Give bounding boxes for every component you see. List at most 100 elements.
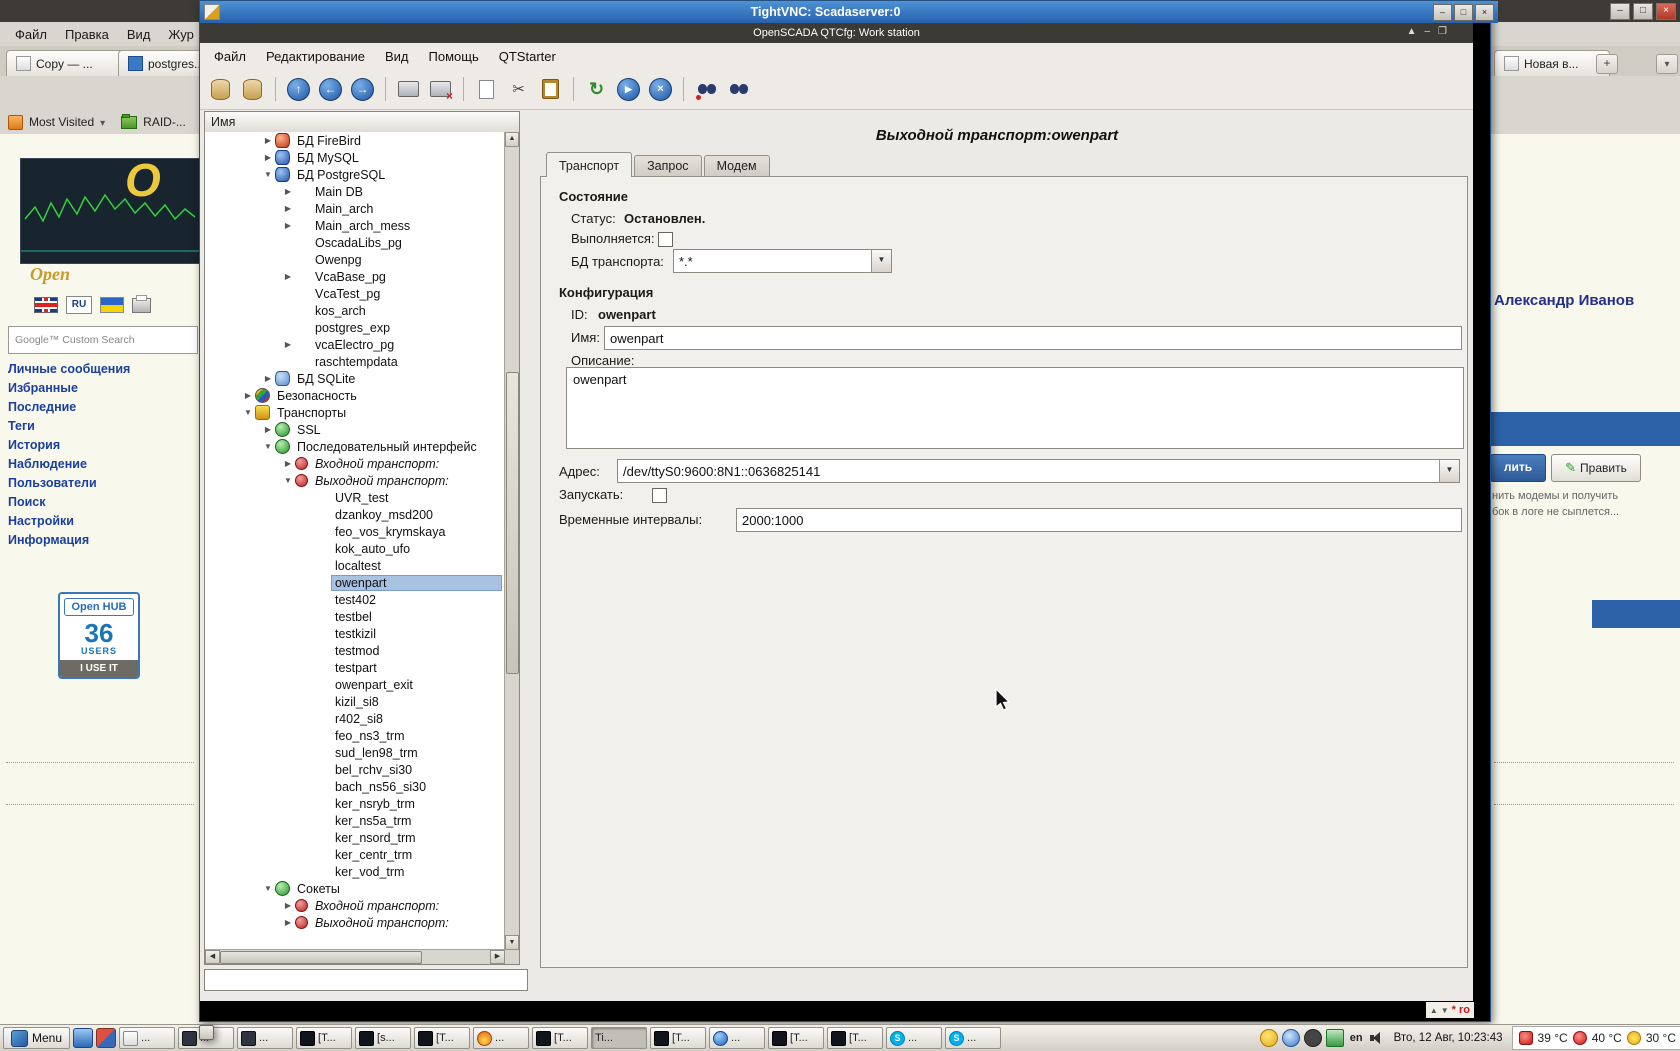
tab-list-button[interactable] bbox=[1656, 54, 1678, 74]
oscada-menu-item[interactable]: Редактирование bbox=[256, 45, 375, 68]
bookmark-most-visited[interactable]: Most Visited bbox=[29, 115, 94, 129]
tab-Copy — ...[interactable]: Copy — ... bbox=[6, 50, 130, 76]
oscada-menu-item[interactable]: QTStarter bbox=[489, 45, 566, 68]
scroll-right-icon[interactable]: ▶ bbox=[490, 950, 505, 964]
sidebar-link[interactable]: Избранные bbox=[8, 381, 188, 400]
tree-item[interactable]: UVR_test bbox=[205, 489, 505, 506]
menu-button[interactable]: Menu bbox=[3, 1027, 70, 1049]
tree-item[interactable]: bel_rchv_si30 bbox=[205, 761, 505, 778]
edit-button[interactable]: ✎ Править bbox=[1551, 454, 1641, 482]
up-icon[interactable]: ▲ bbox=[1407, 26, 1417, 37]
net-tray-icon[interactable] bbox=[1326, 1029, 1344, 1047]
tree-item[interactable]: test402 bbox=[205, 591, 505, 608]
toolbar-item-add-button[interactable] bbox=[394, 75, 423, 104]
vnc-scroll-corner[interactable]: ▲ ▼ * ro bbox=[1426, 1002, 1474, 1018]
firefox-menu-item[interactable]: Жур bbox=[159, 24, 202, 45]
tree-item[interactable]: ▶vcaElectro_pg bbox=[205, 336, 505, 353]
minimize-button[interactable]: – bbox=[1610, 3, 1630, 20]
tab-new-page[interactable]: Новая в... bbox=[1494, 50, 1610, 76]
launcher-terminal-icon[interactable] bbox=[73, 1028, 93, 1048]
minimize-button[interactable]: – bbox=[1433, 4, 1452, 21]
oscada-titlebar[interactable]: OpenSCADA QTCfg: Work station ▲–❐ bbox=[200, 23, 1473, 43]
tree-item[interactable]: testkizil bbox=[205, 625, 505, 642]
taskbar-window-button[interactable]: ... bbox=[473, 1027, 529, 1049]
name-input[interactable] bbox=[604, 326, 1462, 350]
tree-item[interactable]: owenpart_exit bbox=[205, 676, 505, 693]
tree-item[interactable]: ▼Транспорты bbox=[205, 404, 505, 421]
toolbar-item-del-button[interactable]: × bbox=[426, 75, 455, 104]
tree-item[interactable]: VcaTest_pg bbox=[205, 285, 505, 302]
tree-expander[interactable]: ▶ bbox=[281, 918, 295, 927]
sidebar-link[interactable]: Пользователи bbox=[8, 476, 188, 495]
toolbar-cut-button[interactable]: ✂ bbox=[504, 75, 533, 104]
tree-item[interactable]: kizil_si8 bbox=[205, 693, 505, 710]
google-custom-search[interactable]: Google™ Custom Search bbox=[8, 326, 198, 354]
taskbar-window-button[interactable]: ... bbox=[945, 1027, 1001, 1049]
tree-item[interactable]: ▶SSL bbox=[205, 421, 505, 438]
tree-item[interactable]: localtest bbox=[205, 557, 505, 574]
openhub-iuseit-button[interactable]: I USE IT bbox=[60, 660, 138, 677]
tree-expander[interactable]: ▶ bbox=[281, 187, 295, 196]
taskbar-window-button[interactable]: Ti... bbox=[591, 1027, 647, 1049]
tree-expander[interactable]: ▶ bbox=[281, 204, 295, 213]
sidebar-link[interactable]: Поиск bbox=[8, 495, 188, 514]
tree-item[interactable]: ker_nsord_trm bbox=[205, 829, 505, 846]
tree-item[interactable]: ▼Выходной транспорт: bbox=[205, 472, 505, 489]
taskbar-window-button[interactable]: [Т... bbox=[650, 1027, 706, 1049]
toolbar-nav-up-button[interactable]: ↑ bbox=[284, 75, 313, 104]
tree-filter-input[interactable] bbox=[204, 969, 528, 991]
tree-expander[interactable]: ▶ bbox=[281, 340, 295, 349]
db-combobox[interactable]: *.* bbox=[673, 249, 883, 273]
taskbar-window-button[interactable]: ... bbox=[237, 1027, 293, 1049]
openhub-link[interactable]: Open HUB bbox=[64, 598, 134, 616]
clock-tray-icon[interactable] bbox=[1260, 1029, 1278, 1047]
tree-item[interactable]: Owenpg bbox=[205, 251, 505, 268]
tree-item[interactable]: ▶БД MySQL bbox=[205, 149, 505, 166]
maximize-button[interactable]: □ bbox=[1454, 4, 1473, 21]
toolbar-nav-forward-button[interactable]: → bbox=[348, 75, 377, 104]
uk-flag-icon[interactable] bbox=[34, 297, 58, 313]
tree-item[interactable]: ▶Входной транспорт: bbox=[205, 455, 505, 472]
toolbar-paste-button[interactable] bbox=[536, 75, 565, 104]
tree-expander[interactable]: ▶ bbox=[261, 374, 275, 383]
tree-header[interactable]: Имя bbox=[205, 112, 519, 133]
tightvnc-titlebar[interactable]: TightVNC: Scadaserver:0 –□× bbox=[200, 1, 1498, 23]
oscada-menu-item[interactable]: Вид bbox=[375, 45, 419, 68]
tree-expander[interactable]: ▶ bbox=[281, 459, 295, 468]
tab-Транспорт[interactable]: Транспорт bbox=[546, 152, 632, 177]
clock[interactable]: Вто, 12 Авг, 10:23:43 bbox=[1388, 1032, 1509, 1044]
firefox-menu-item[interactable]: Вид bbox=[118, 24, 160, 45]
scroll-thumb[interactable] bbox=[506, 372, 519, 674]
tree-item[interactable]: postgres_exp bbox=[205, 319, 505, 336]
tree-expander[interactable]: ▼ bbox=[261, 170, 275, 179]
delete-button-partial[interactable]: лить bbox=[1490, 454, 1546, 482]
tree-item[interactable]: ▼Сокеты bbox=[205, 880, 505, 897]
tree-item[interactable]: ▼Последовательный интерфейс bbox=[205, 438, 505, 455]
db-combobox-arrow-icon[interactable] bbox=[871, 249, 892, 273]
new-tab-button[interactable]: + bbox=[1596, 54, 1618, 74]
taskbar-window-button[interactable]: ... bbox=[886, 1027, 942, 1049]
oscada-menu-item[interactable]: Файл bbox=[204, 45, 256, 68]
tree-expander[interactable]: ▼ bbox=[261, 442, 275, 451]
taskbar-window-button[interactable]: [Т... bbox=[827, 1027, 883, 1049]
scroll-down-icon[interactable]: ▼ bbox=[505, 935, 519, 950]
tree-item[interactable]: sud_len98_trm bbox=[205, 744, 505, 761]
taskbar-window-button[interactable]: [s... bbox=[355, 1027, 411, 1049]
tree-expander[interactable]: ▶ bbox=[261, 136, 275, 145]
taskbar-window-button[interactable]: [Т... bbox=[414, 1027, 470, 1049]
toolbar-find-next-button[interactable] bbox=[724, 75, 753, 104]
taskbar-window-button[interactable]: [Т... bbox=[768, 1027, 824, 1049]
tree-expander[interactable]: ▼ bbox=[241, 408, 255, 417]
toolbar-copy-item-button[interactable] bbox=[472, 75, 501, 104]
address-combobox-arrow-icon[interactable] bbox=[1439, 459, 1460, 483]
tree-item[interactable]: bach_ns56_si30 bbox=[205, 778, 505, 795]
tree-item[interactable]: ker_ns5a_trm bbox=[205, 812, 505, 829]
volume-icon[interactable] bbox=[1369, 1031, 1385, 1045]
tree-item[interactable]: ▶Main_arch bbox=[205, 200, 505, 217]
tree-item[interactable]: ▶Main DB bbox=[205, 183, 505, 200]
tree-item[interactable]: ▶Входной транспорт: bbox=[205, 897, 505, 914]
tree-expander[interactable]: ▶ bbox=[241, 391, 255, 400]
sidebar-link[interactable]: Наблюдение bbox=[8, 457, 188, 476]
tree-expander[interactable]: ▶ bbox=[281, 901, 295, 910]
app-tray-icon[interactable] bbox=[1304, 1029, 1322, 1047]
